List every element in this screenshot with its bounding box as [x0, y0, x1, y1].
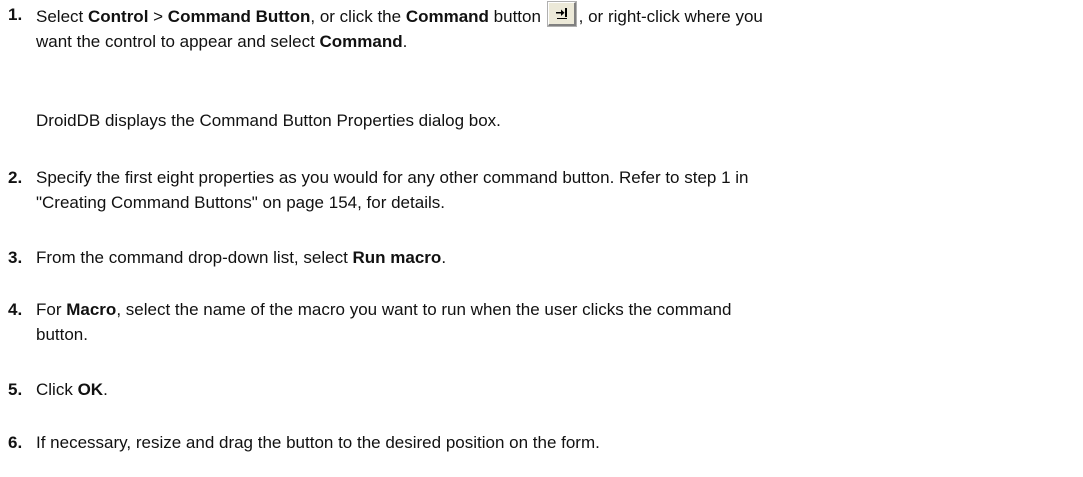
text: If necessary, resize and drag the button… [36, 433, 600, 452]
step-text: Select Control > Command Button, or clic… [36, 1, 1076, 54]
step-6: 6. If necessary, resize and drag the but… [8, 430, 1076, 455]
text: Select [36, 7, 88, 26]
text: From the command drop-down list, select [36, 248, 353, 267]
text: , or click the [310, 7, 406, 26]
text: For [36, 300, 67, 319]
step-3: 3. From the command drop-down list, sele… [8, 245, 1076, 270]
menu-item-name: Command [319, 32, 403, 51]
text: button. [36, 325, 88, 344]
button-name: Command [405, 7, 489, 26]
text: . [103, 380, 108, 399]
menu-item-name: Command Button [167, 7, 311, 26]
step-number: 4. [8, 300, 23, 319]
text: "Creating Command Buttons" on page 154, … [36, 193, 445, 212]
button-name: OK [77, 380, 104, 399]
result-note: DroidDB displays the Command Button Prop… [36, 111, 501, 130]
step-number: 3. [8, 248, 23, 267]
step-2: 2. Specify the first eight properties as… [8, 165, 1076, 215]
step-4: 4. For Macro, select the name of the mac… [8, 297, 1076, 347]
step-text: If necessary, resize and drag the button… [36, 430, 1076, 455]
text: Click [36, 380, 78, 399]
text: Specify the first eight properties as yo… [36, 168, 749, 187]
step-text: From the command drop-down list, select … [36, 245, 1076, 270]
step-5: 5. Click OK. [8, 377, 1076, 402]
text: . [402, 32, 408, 51]
text: want the control to appear and select [36, 32, 320, 51]
step-number: 5. [8, 380, 23, 399]
menu-name: Control [87, 7, 149, 26]
text: , or right-click where you [578, 7, 763, 26]
step-number: 1. [8, 5, 23, 24]
step-text: Specify the first eight properties as yo… [36, 165, 1076, 215]
step-number: 2. [8, 168, 23, 187]
command-name: Run macro [352, 248, 442, 267]
step-number: 6. [8, 433, 23, 452]
command-button-icon [546, 1, 577, 27]
step-1: 1. Select Control > Command Button, or c… [8, 1, 1076, 54]
text: , select the name of the macro you want … [116, 300, 732, 319]
field-name: Macro [66, 300, 117, 319]
text: > [148, 7, 168, 26]
step-text: For Macro, select the name of the macro … [36, 297, 1076, 347]
text: . [441, 248, 447, 267]
step-text: Click OK. [36, 377, 1076, 402]
text: button [488, 7, 546, 26]
